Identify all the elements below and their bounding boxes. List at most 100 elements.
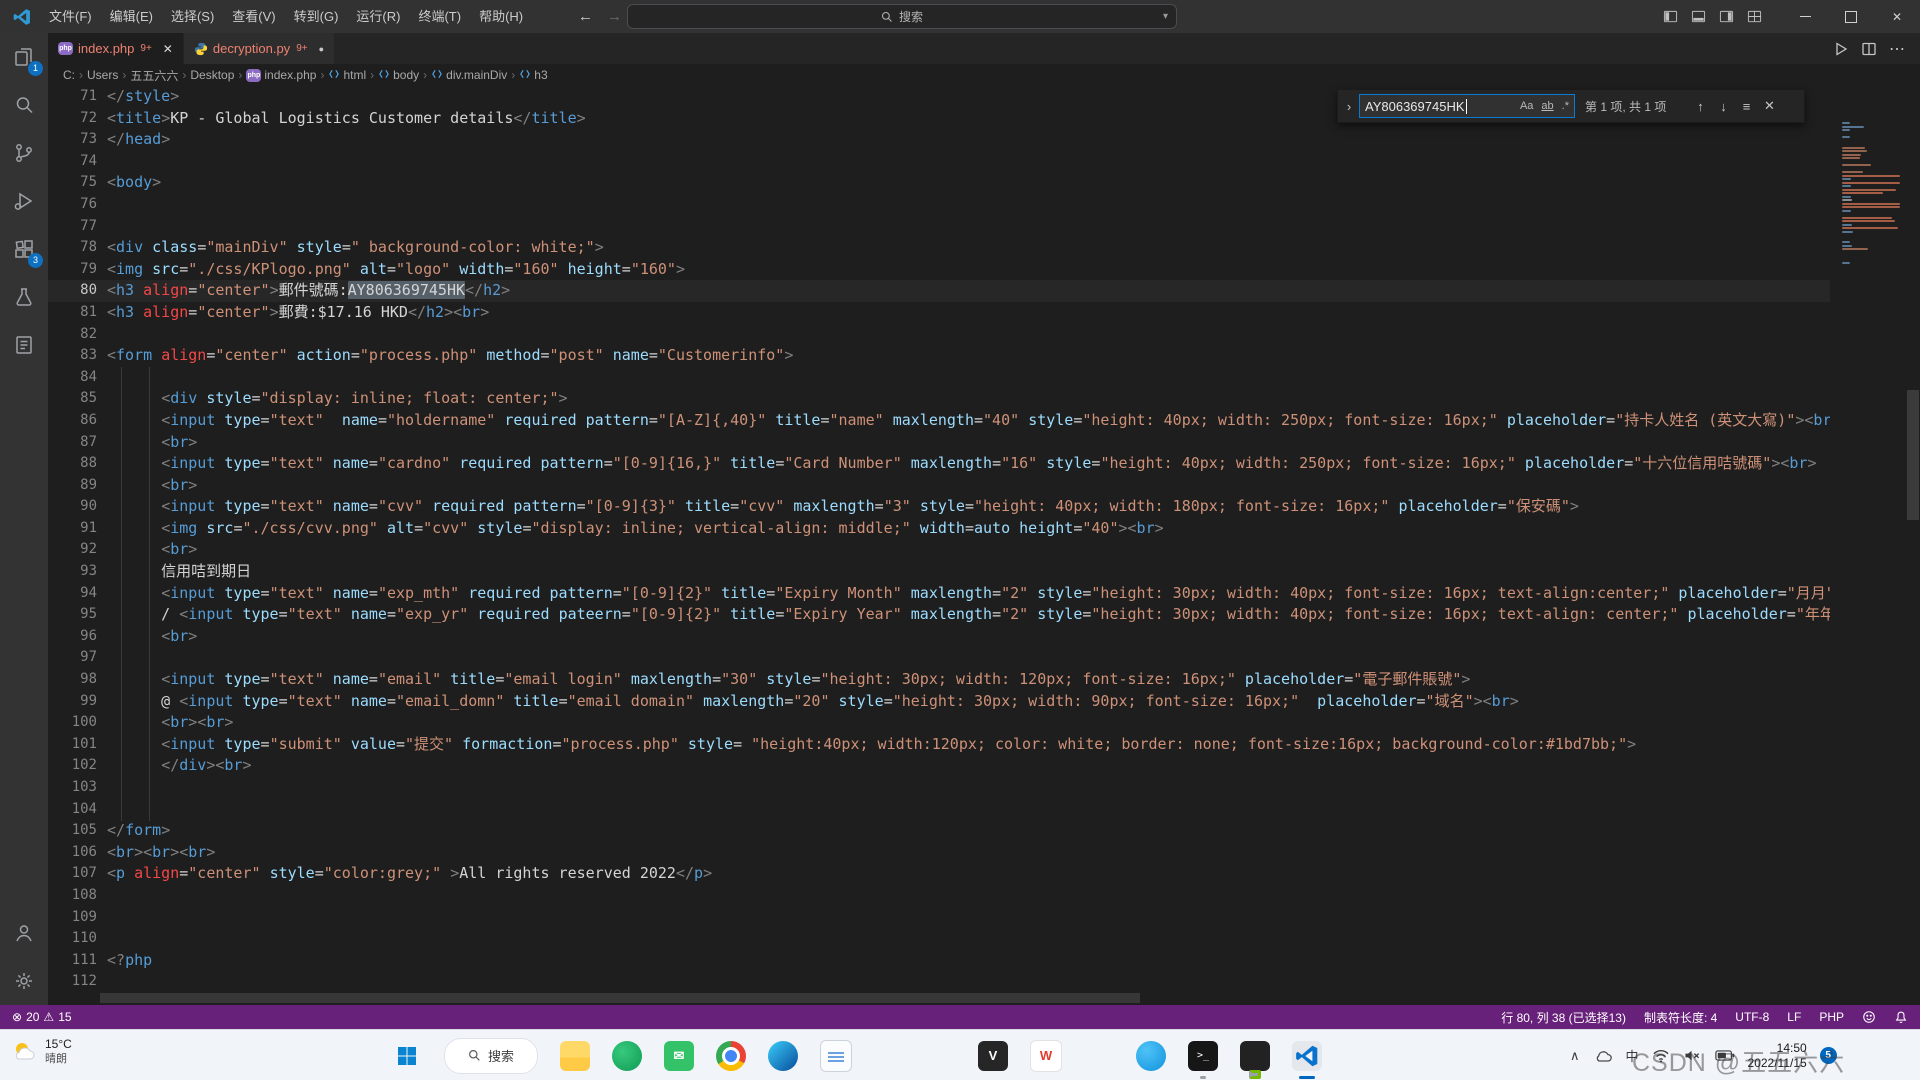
toggle-replace-icon[interactable]: › <box>1342 99 1356 114</box>
encoding-status[interactable]: UTF-8 <box>1735 1010 1769 1024</box>
breadcrumb-symbol-1[interactable]: body <box>378 68 419 83</box>
code-line-112[interactable]: 112 <box>48 971 1830 993</box>
feedback-smiley-icon[interactable] <box>1862 1010 1876 1024</box>
activity-testing-icon[interactable] <box>0 273 48 321</box>
close-button[interactable]: ✕ <box>1874 0 1920 33</box>
horizontal-scrollbar[interactable] <box>100 993 1140 1003</box>
menu-item-3[interactable]: 查看(V) <box>223 0 284 33</box>
code-line-103[interactable]: 103 <box>48 777 1830 799</box>
battery-icon[interactable] <box>1715 1049 1735 1062</box>
customize-layout-icon[interactable] <box>1740 0 1768 33</box>
breadcrumb-path-1[interactable]: Users <box>87 68 118 82</box>
activity-explorer-icon[interactable]: 1 <box>0 33 48 81</box>
code-line-100[interactable]: 100 <br><br> <box>48 712 1830 734</box>
taskbar-app-wps[interactable]: W <box>1030 1040 1062 1072</box>
code-line-109[interactable]: 109 <box>48 907 1830 929</box>
taskbar-app-notes[interactable] <box>820 1040 852 1072</box>
start-button[interactable] <box>392 1041 422 1071</box>
indentation-status[interactable]: 制表符长度: 4 <box>1644 1009 1717 1026</box>
taskbar-app-terminal[interactable]: >_ <box>1188 1041 1218 1071</box>
activity-source-control-icon[interactable] <box>0 129 48 177</box>
hidden-icons-chevron-icon[interactable]: ∧ <box>1570 1048 1580 1064</box>
clock[interactable]: 14:50 2022/11/15 <box>1748 1041 1807 1071</box>
breadcrumb-file[interactable]: phpindex.php <box>246 68 316 82</box>
notification-count-badge[interactable]: 5 <box>1820 1047 1837 1064</box>
code-line-92[interactable]: 92 <br> <box>48 539 1830 561</box>
code-line-81[interactable]: 81<h3 align="center">郵費:$17.16 HKD</h2><… <box>48 302 1830 324</box>
back-arrow-icon[interactable]: ← <box>578 8 593 25</box>
ime-indicator[interactable]: 中 <box>1626 1046 1639 1065</box>
code-line-80[interactable]: 80<h3 align="center">郵件號碼:AY806369745HK<… <box>48 280 1830 302</box>
activity-account-icon[interactable] <box>0 909 48 957</box>
breadcrumb-path-2[interactable]: 五五六六 <box>130 67 178 84</box>
forward-arrow-icon[interactable]: → <box>607 8 622 25</box>
command-center-search[interactable]: 搜索 ▾ <box>627 4 1177 29</box>
taskbar-app-browser-green[interactable] <box>612 1041 642 1071</box>
code-line-85[interactable]: 85 <div style="display: inline; float: c… <box>48 388 1830 410</box>
code-line-77[interactable]: 77 <box>48 216 1830 238</box>
taskbar-app-app-navy[interactable] <box>926 1041 956 1071</box>
menu-item-1[interactable]: 编辑(E) <box>101 0 162 33</box>
code-line-78[interactable]: 78<div class="mainDiv" style=" backgroun… <box>48 237 1830 259</box>
modified-dot-icon[interactable]: ● <box>319 44 324 54</box>
maximize-button[interactable] <box>1828 0 1874 33</box>
tab-index-php[interactable]: php index.php 9+ ✕ <box>48 33 183 64</box>
code-line-88[interactable]: 88 <input type="text" name="cardno" requ… <box>48 453 1830 475</box>
code-line-79[interactable]: 79<img src="./css/KPlogo.png" alt="logo"… <box>48 259 1830 281</box>
code-line-89[interactable]: 89 <br> <box>48 475 1830 497</box>
vertical-scrollbar[interactable] <box>1907 390 1919 520</box>
code-line-97[interactable]: 97 <box>48 647 1830 669</box>
split-editor-icon[interactable] <box>1856 36 1882 62</box>
activity-references-icon[interactable] <box>0 321 48 369</box>
regex-icon[interactable]: .* <box>1562 100 1569 112</box>
code-line-86[interactable]: 86 <input type="text" name="holdername" … <box>48 410 1830 432</box>
code-line-73[interactable]: 73</head> <box>48 129 1830 151</box>
taskbar-app-player-v[interactable]: V <box>978 1041 1008 1071</box>
toggle-secondary-sidebar-icon[interactable] <box>1712 0 1740 33</box>
onedrive-cloud-icon[interactable] <box>1593 1048 1613 1064</box>
code-line-95[interactable]: 95 / <input type="text" name="exp_yr" re… <box>48 604 1830 626</box>
taskbar-app-nvidia[interactable] <box>1240 1041 1270 1071</box>
next-match-icon[interactable]: ↓ <box>1712 95 1735 118</box>
menu-item-6[interactable]: 终端(T) <box>409 0 470 33</box>
close-find-icon[interactable]: ✕ <box>1758 95 1781 118</box>
code-line-83[interactable]: 83<form align="center" action="process.p… <box>48 345 1830 367</box>
menu-item-0[interactable]: 文件(F) <box>40 0 101 33</box>
menu-item-2[interactable]: 选择(S) <box>162 0 223 33</box>
toggle-panel-icon[interactable] <box>1684 0 1712 33</box>
tab-decryption-py[interactable]: decryption.py 9+ ● <box>183 33 334 64</box>
more-actions-icon[interactable]: ⋯ <box>1884 36 1910 62</box>
cursor-position[interactable]: 行 80, 列 38 (已选择13) <box>1501 1009 1626 1026</box>
taskbar-app-app-red[interactable] <box>874 1041 904 1071</box>
code-line-106[interactable]: 106<br><br><br> <box>48 842 1830 864</box>
code-line-102[interactable]: 102 </div><br> <box>48 755 1830 777</box>
code-line-93[interactable]: 93 信用咭到期日 <box>48 561 1830 583</box>
taskbar-app-mail[interactable]: ✉ <box>664 1041 694 1071</box>
breadcrumb[interactable]: C:›Users›五五六六›Desktop›phpindex.php›html›… <box>48 64 1920 86</box>
code-line-90[interactable]: 90 <input type="text" name="cvv" require… <box>48 496 1830 518</box>
menu-item-4[interactable]: 转到(G) <box>285 0 348 33</box>
code-line-96[interactable]: 96 <br> <box>48 626 1830 648</box>
code-line-105[interactable]: 105</form> <box>48 820 1830 842</box>
taskbar-app-messenger[interactable] <box>1136 1041 1166 1071</box>
code-line-104[interactable]: 104 <box>48 799 1830 821</box>
code-line-84[interactable]: 84 <box>48 367 1830 389</box>
find-input[interactable]: AY806369745HK Aa ab .* <box>1359 94 1575 118</box>
taskbar-app-chrome[interactable] <box>716 1041 746 1071</box>
taskbar-app-file-explorer[interactable] <box>560 1041 590 1071</box>
activity-settings-icon[interactable] <box>0 957 48 1005</box>
activity-extensions-icon[interactable]: 3 <box>0 225 48 273</box>
code-line-94[interactable]: 94 <input type="text" name="exp_mth" req… <box>48 583 1830 605</box>
minimap[interactable] <box>1840 86 1906 1005</box>
code-line-74[interactable]: 74 <box>48 151 1830 173</box>
close-tab-icon[interactable]: ✕ <box>163 42 173 56</box>
notifications-bell-icon[interactable] <box>1894 1010 1908 1024</box>
code-line-111[interactable]: 111<?php <box>48 950 1830 972</box>
run-or-debug-icon[interactable] <box>1828 36 1854 62</box>
code-line-91[interactable]: 91 <img src="./css/cvv.png" alt="cvv" st… <box>48 518 1830 540</box>
breadcrumb-symbol-3[interactable]: h3 <box>519 68 547 83</box>
taskbar-app-edge[interactable] <box>768 1041 798 1071</box>
code-line-98[interactable]: 98 <input type="text" name="email" title… <box>48 669 1830 691</box>
activity-run-debug-icon[interactable] <box>0 177 48 225</box>
code-line-82[interactable]: 82 <box>48 324 1830 346</box>
